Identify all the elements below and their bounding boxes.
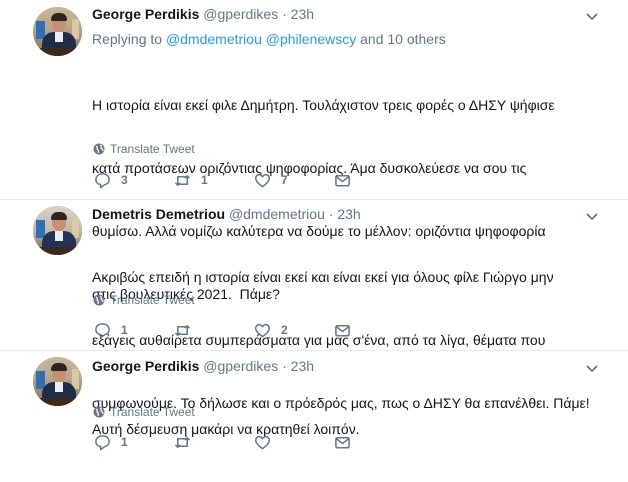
mention-link[interactable]: @dmdemetriou: [166, 31, 262, 47]
retweet-button[interactable]: 1: [174, 172, 208, 189]
direct-message-button[interactable]: [334, 172, 351, 189]
display-name[interactable]: George Perdikis: [92, 358, 199, 374]
reply-button[interactable]: 1: [94, 434, 128, 451]
separator: ·: [282, 358, 287, 374]
display-name[interactable]: George Perdikis: [92, 6, 199, 22]
globe-icon: [93, 143, 105, 155]
translate-label: Translate Tweet: [110, 405, 195, 419]
envelope-icon: [335, 324, 350, 336]
reply-count: 1: [121, 435, 128, 449]
avatar[interactable]: [33, 357, 82, 406]
user-handle[interactable]: @gperdikes: [203, 6, 278, 22]
direct-message-button[interactable]: [334, 434, 351, 451]
avatar[interactable]: [33, 7, 82, 56]
heart-icon: [254, 323, 271, 337]
replying-to: Replying to @dmdemetriou @philenewscy an…: [92, 31, 446, 47]
tweet-header: George Perdikis @gperdikes · 23h: [92, 358, 314, 374]
retweet-icon: [174, 436, 191, 448]
reply-icon: [95, 172, 110, 188]
tweet-text: Αυτή δέσμευση μακάρι να κρατηθεί λοιπόν.: [92, 377, 360, 482]
tweet-header: George Perdikis @gperdikes · 23h: [92, 6, 314, 22]
user-handle[interactable]: @gperdikes: [203, 358, 278, 374]
like-count: 2: [281, 323, 288, 337]
globe-icon: [93, 406, 105, 418]
translate-label: Translate Tweet: [110, 293, 195, 307]
reply-count: 1: [121, 323, 128, 337]
like-button[interactable]: 2: [254, 322, 288, 339]
replying-label: Replying to: [92, 31, 163, 47]
translate-tweet-link[interactable]: Translate Tweet: [93, 293, 195, 307]
chevron-down-icon[interactable]: [586, 10, 598, 22]
tweet-text-line: Αυτή δέσμευση μακάρι να κρατηθεί λοιπόν.: [92, 421, 360, 437]
separator: ·: [328, 206, 334, 222]
heart-icon: [254, 173, 271, 187]
tweet-header: Demetris Demetriou @dmdemetriou · 23h: [92, 206, 361, 222]
reply-icon: [95, 434, 110, 450]
tweet-text-line: Ακριβώς επειδή η ιστορία είναι εκεί και …: [92, 269, 554, 285]
globe-icon: [93, 294, 105, 306]
avatar[interactable]: [33, 206, 82, 255]
reply-button[interactable]: 3: [94, 172, 128, 189]
tweet-text-line: Η ιστορία είναι εκεί φιλε Δημήτρη. Τουλά…: [92, 97, 555, 113]
translate-tweet-link[interactable]: Translate Tweet: [93, 405, 195, 419]
retweet-count: 1: [201, 173, 208, 187]
like-count: 7: [281, 173, 288, 187]
heart-icon: [254, 435, 271, 449]
retweet-button[interactable]: [174, 434, 201, 451]
envelope-icon: [335, 174, 350, 186]
chevron-down-icon[interactable]: [586, 210, 598, 222]
tweet[interactable]: George Perdikis @gperdikes · 23h Replyin…: [0, 0, 628, 302]
like-button[interactable]: [254, 434, 281, 451]
translate-label: Translate Tweet: [110, 142, 195, 156]
others-link[interactable]: and 10 others: [360, 31, 446, 47]
like-button[interactable]: 7: [254, 172, 288, 189]
translate-tweet-link[interactable]: Translate Tweet: [93, 142, 195, 156]
display-name[interactable]: Demetris Demetriou: [92, 206, 225, 222]
tweet[interactable]: Demetris Demetriou @dmdemetriou · 23h Ακ…: [0, 199, 628, 411]
timestamp[interactable]: 23h: [291, 6, 314, 22]
tweet[interactable]: George Perdikis @gperdikes · 23h Αυτή δέ…: [0, 350, 628, 457]
retweet-icon: [174, 174, 191, 186]
reply-button[interactable]: 1: [94, 322, 128, 339]
timestamp[interactable]: 23h: [291, 358, 314, 374]
timestamp[interactable]: 23h: [337, 206, 360, 222]
tweet-text-line: κατά προτάσεων οριζόντιας ψηφοφορίας. Άμ…: [92, 160, 527, 176]
user-handle[interactable]: @dmdemetriou: [229, 206, 325, 222]
direct-message-button[interactable]: [334, 322, 351, 339]
reply-count: 3: [121, 173, 128, 187]
envelope-icon: [335, 436, 350, 448]
retweet-button[interactable]: [174, 322, 201, 339]
separator: ·: [282, 6, 287, 22]
retweet-icon: [174, 324, 191, 336]
mention-link[interactable]: @philenewscy: [266, 31, 356, 47]
reply-icon: [95, 322, 110, 338]
chevron-down-icon[interactable]: [586, 362, 598, 374]
